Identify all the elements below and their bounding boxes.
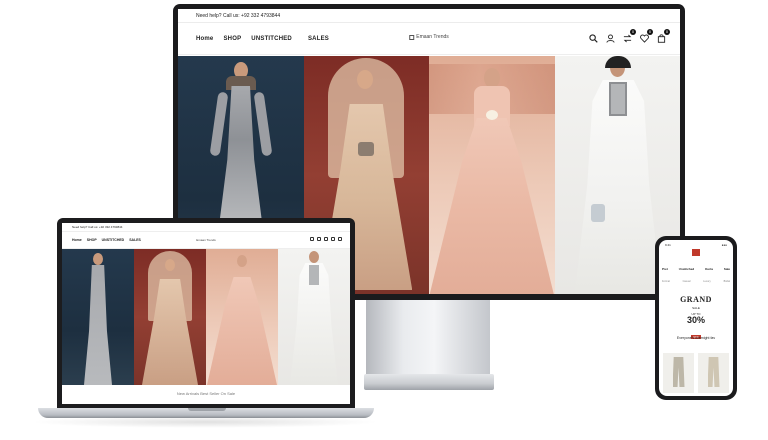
nav-shop-link[interactable]: SHOP — [223, 36, 241, 42]
phone-category-item[interactable]: Pret — [662, 267, 668, 271]
phone-subcategory-row: Formal Casual Luxury Bridal — [662, 280, 730, 283]
phone-banner-percent: 30% — [686, 315, 705, 325]
phone-product-card[interactable] — [663, 353, 694, 393]
laptop-site-logo[interactable]: Emaan Trends — [196, 238, 216, 242]
laptop-cart-icon[interactable] — [338, 237, 342, 241]
hero-image-pink-lehenga[interactable] — [429, 56, 555, 294]
compare-count-badge: 0 — [630, 29, 636, 35]
phone-category-item[interactable]: Unstitched — [679, 267, 695, 271]
mobile-phone: 9:41 ●●● Pret Unstitched Kurta Sale Form… — [655, 236, 737, 400]
laptop-search-icon[interactable] — [310, 237, 314, 241]
laptop-nav-shop-link[interactable]: SHOP — [87, 238, 97, 242]
laptop-screen: Need help? Call us: +92 332 4793844 Home… — [62, 223, 350, 404]
phone-subcategory-item[interactable]: Luxury — [703, 280, 711, 283]
laptop-display: Need help? Call us: +92 332 4793844 Home… — [57, 218, 355, 408]
laptop-shadow — [30, 416, 380, 428]
laptop-hero-silver-outfit[interactable] — [62, 249, 134, 385]
phone-product-grid — [663, 353, 729, 393]
laptop-product-tabs[interactable]: New Arrivals Best Seller On Sale — [62, 385, 350, 404]
cart-icon[interactable]: 0 — [656, 29, 670, 43]
wishlist-icon[interactable]: 0 — [639, 29, 653, 43]
laptop-hero-white-kurta[interactable] — [278, 249, 350, 385]
phone-category-item[interactable]: Sale — [724, 267, 730, 271]
phone-subcategory-item[interactable]: Formal — [662, 280, 670, 283]
laptop-wishlist-icon[interactable] — [331, 237, 335, 241]
monitor-stand-base — [364, 374, 494, 390]
nav-unstitched-link[interactable]: UNSTITCHED — [251, 36, 292, 42]
nav-home-link[interactable]: Home — [196, 36, 213, 42]
laptop-nav-home-link[interactable]: Home — [72, 238, 82, 242]
nav-sales-link[interactable]: SALES — [308, 36, 329, 42]
laptop-user-icon[interactable] — [317, 237, 321, 241]
laptop-nav-sales-link[interactable]: SALES — [129, 238, 141, 242]
compare-icon[interactable]: 0 — [622, 29, 636, 43]
phone-sale-banner[interactable]: GRAND SALE UP TO 30% OFF — [663, 295, 729, 339]
phone-section-heading: Everyone's overnight fav — [676, 336, 716, 340]
phone-subcategory-item[interactable]: Bridal — [724, 280, 730, 283]
monitor-stand-neck — [366, 300, 490, 376]
cart-count-badge: 0 — [664, 29, 670, 35]
phone-product-card[interactable] — [698, 353, 729, 393]
phone-screen: 9:41 ●●● Pret Unstitched Kurta Sale Form… — [659, 240, 733, 396]
laptop-hero-pink-lehenga[interactable] — [206, 249, 278, 385]
header-icon-group: 0 0 0 — [588, 29, 670, 43]
site-logo[interactable]: Emaan Trends — [409, 34, 449, 40]
trousers-image — [672, 357, 685, 387]
laptop-helpline-bar: Need help? Call us: +92 332 4793844 — [62, 223, 350, 232]
search-icon[interactable] — [588, 33, 598, 43]
logo-mark-icon — [409, 34, 415, 40]
logo-text: Emaan Trends — [416, 34, 449, 40]
laptop-nav-unstitched-link[interactable]: UNSTITCHED — [102, 238, 125, 242]
user-icon[interactable] — [605, 33, 615, 43]
laptop-navbar: Home SHOP UNSTITCHED SALES Emaan Trends — [62, 232, 350, 249]
phone-subcategory-item[interactable]: Casual — [683, 280, 691, 283]
laptop-compare-icon[interactable] — [324, 237, 328, 241]
trousers-image — [707, 357, 720, 387]
main-navbar: Home SHOP UNSTITCHED SALES Emaan Trends — [178, 23, 680, 55]
phone-category-row: Pret Unstitched Kurta Sale — [662, 267, 730, 271]
phone-signal-icon: ●●● — [721, 243, 727, 247]
phone-banner-sub: SALE — [692, 306, 700, 310]
helpline-bar: Need help? Call us: +92 332 4793844 — [178, 9, 680, 23]
laptop-hero-banner[interactable] — [62, 249, 350, 385]
laptop-header-icons — [310, 237, 342, 241]
phone-banner-title: GRAND — [680, 295, 712, 304]
phone-category-item[interactable]: Kurta — [705, 267, 713, 271]
wishlist-count-badge: 0 — [647, 29, 653, 35]
phone-site-logo[interactable] — [692, 249, 700, 256]
phone-time: 9:41 — [665, 243, 671, 247]
laptop-opening-notch — [188, 408, 226, 411]
device-mockup-scene: Need help? Call us: +92 332 4793844 Home… — [0, 0, 768, 440]
laptop-hero-bridal-outfit[interactable] — [134, 249, 206, 385]
